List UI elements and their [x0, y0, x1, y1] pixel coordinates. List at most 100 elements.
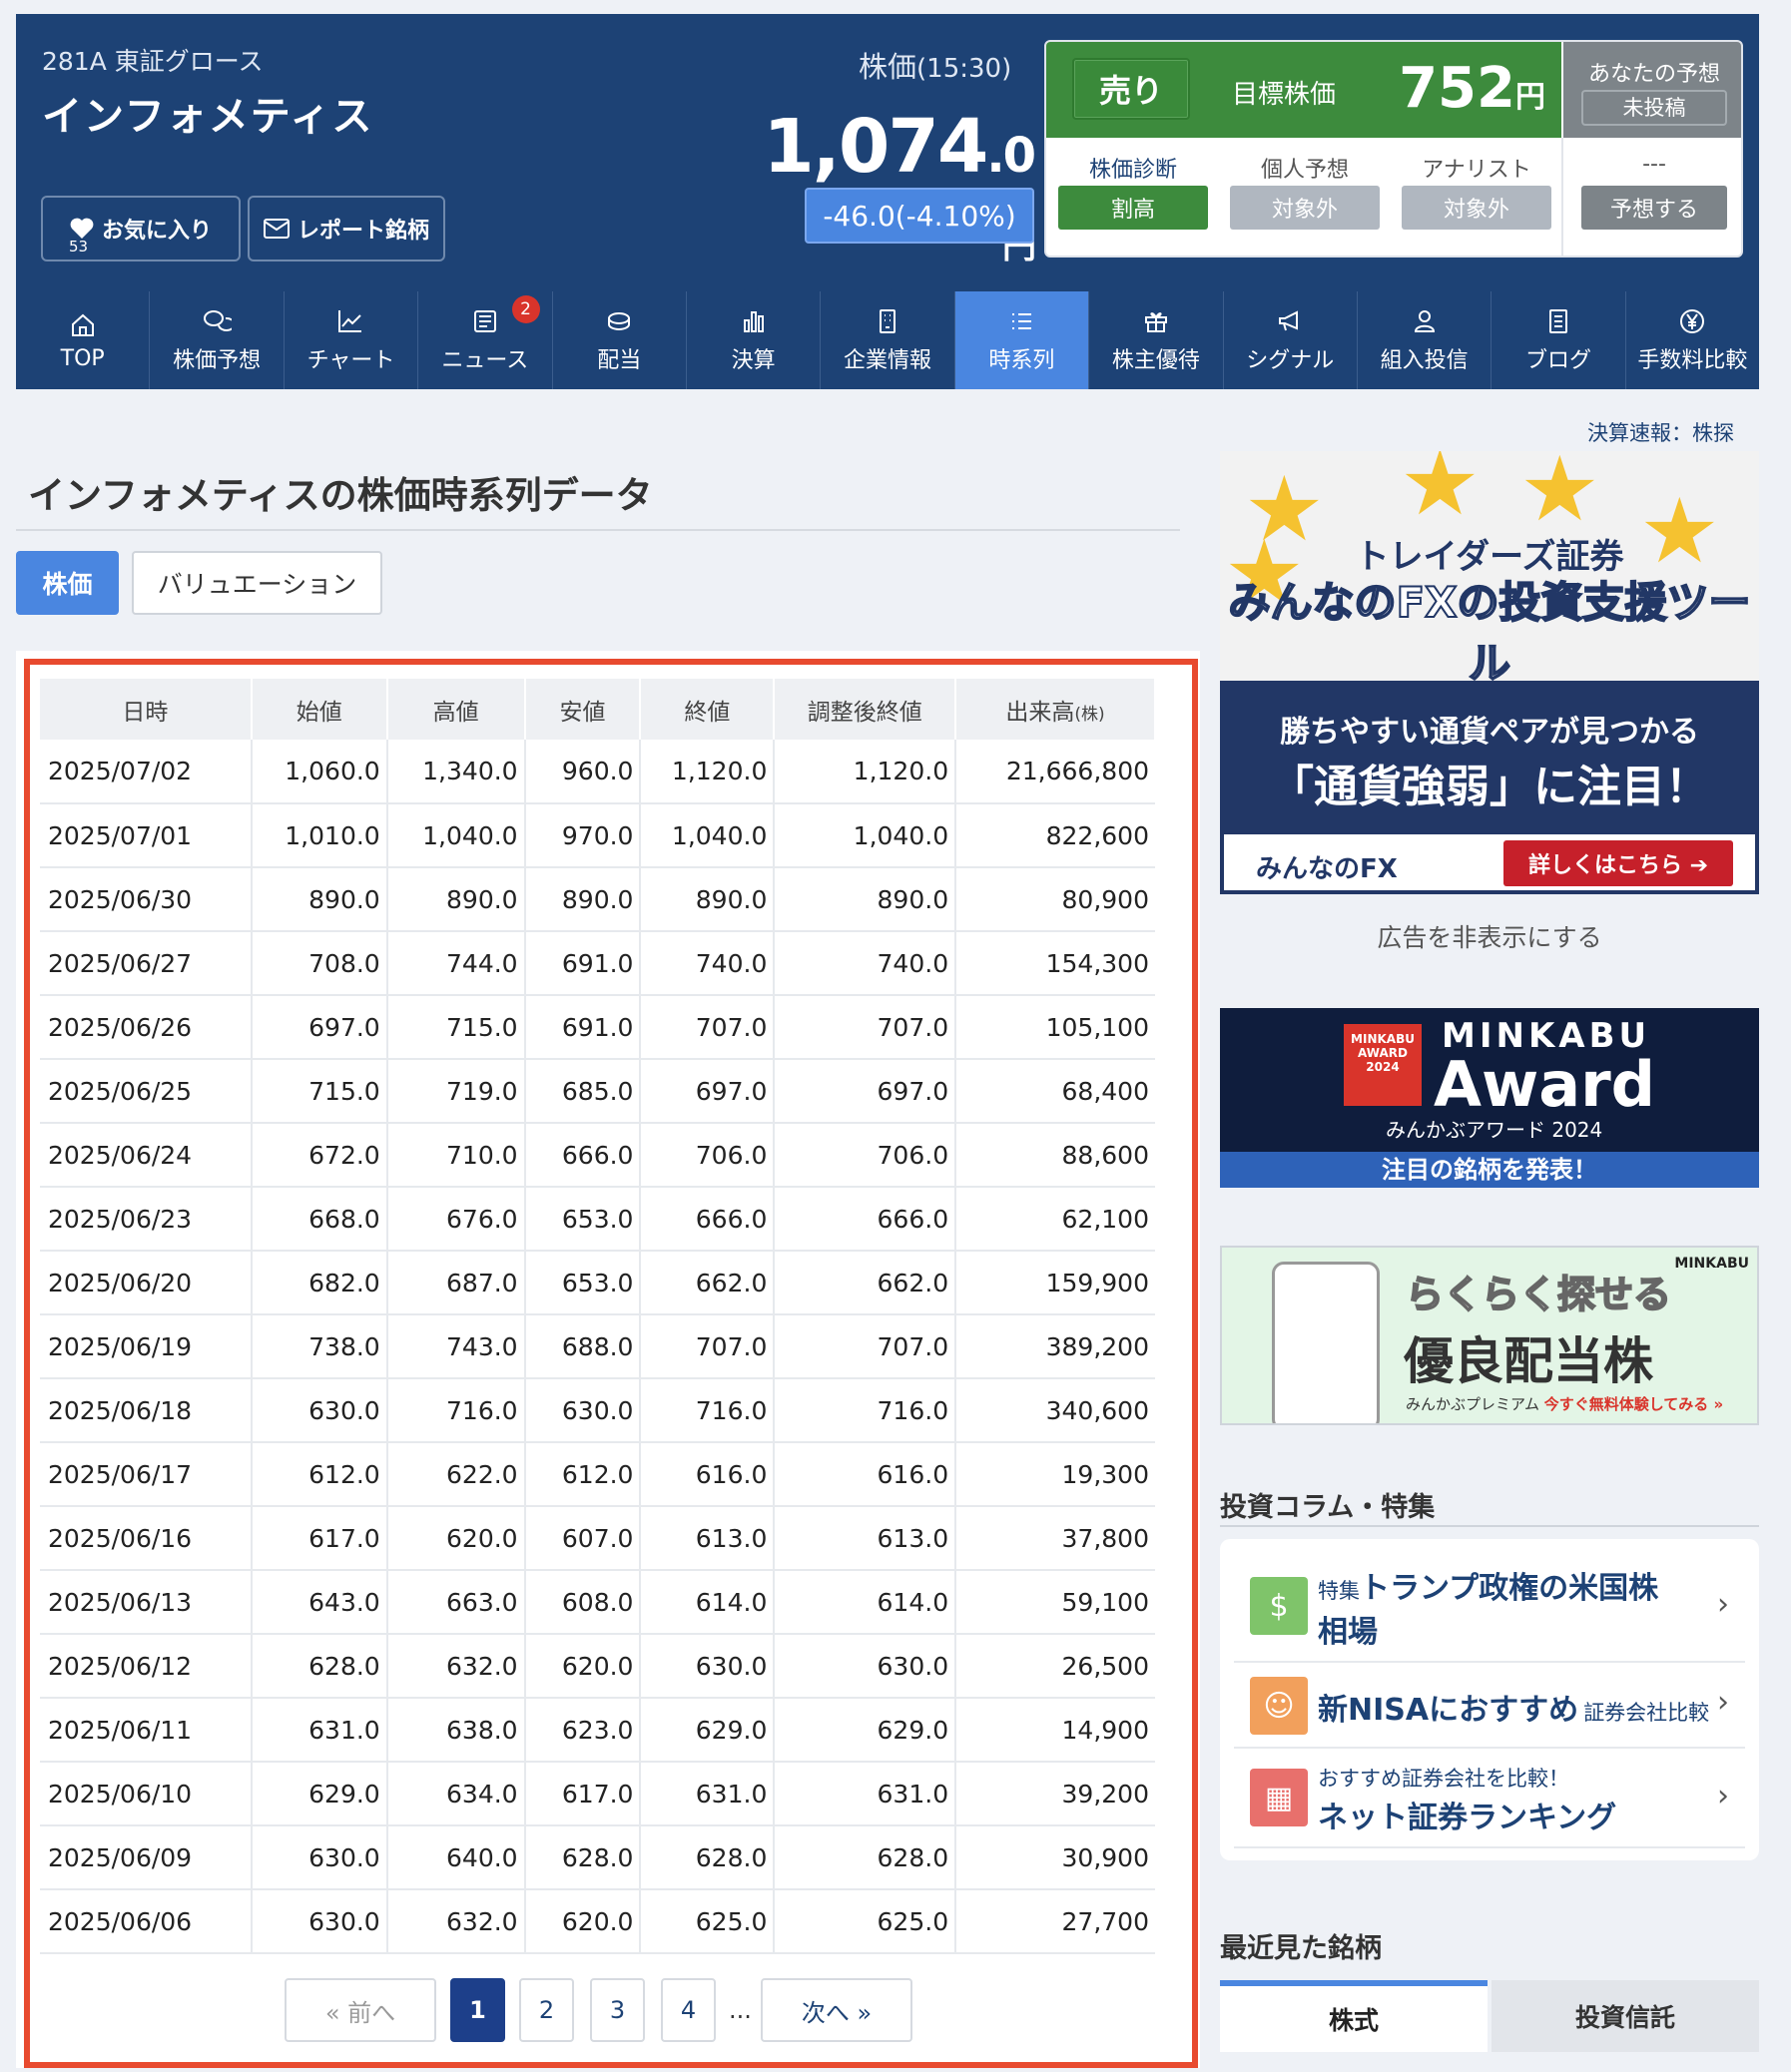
table-cell: 630.0 — [524, 1378, 642, 1443]
table-cell: 2025/06/09 — [40, 1825, 253, 1890]
table-cell: 2025/07/01 — [40, 803, 253, 868]
table-cell: 960.0 — [524, 740, 642, 804]
table-cell: 1,060.0 — [251, 740, 388, 804]
pager-page-1[interactable]: 1 — [450, 1978, 505, 2042]
column-item-nisa[interactable]: ☺ 新NISAにおすすめ 証券会社比較 › — [1234, 1663, 1745, 1749]
column-header-high[interactable]: 高値 — [386, 679, 526, 740]
column-item-ranking[interactable]: ▦ おすすめ証券会社を比較！ ネット証券ランキング › — [1234, 1749, 1745, 1848]
report-button[interactable]: レポート銘柄 — [248, 196, 445, 261]
tab-recent-funds[interactable]: 投資信託 — [1492, 1980, 1759, 2052]
nav-signal[interactable]: シグナル — [1224, 291, 1358, 389]
award-banner[interactable]: MINKABU AWARD 2024 MINKABU Award みんかぶアワー… — [1220, 1008, 1759, 1188]
table-cell: 2025/06/17 — [40, 1442, 253, 1507]
predict-button[interactable]: 予想する — [1581, 186, 1727, 230]
table-cell: 26,500 — [955, 1634, 1155, 1699]
chart-icon — [338, 310, 362, 332]
table-cell: 630.0 — [251, 1378, 388, 1443]
favorite-label: お気に入り — [101, 219, 212, 244]
pager-page-4[interactable]: 4 — [661, 1978, 716, 2042]
price-change-badge: -46.0(-4.10%) — [805, 188, 1034, 244]
earnings-flash-link[interactable]: 決算速報：株探 — [1587, 417, 1734, 447]
nav-timeseries[interactable]: 時系列 — [954, 291, 1090, 389]
column-header-adj-close[interactable]: 調整後終値 — [774, 679, 957, 740]
table-cell: 662.0 — [640, 1251, 776, 1315]
home-icon — [71, 313, 94, 336]
nav-news[interactable]: ニュース 2 — [418, 291, 553, 389]
column-header-volume[interactable]: 出来高(株) — [955, 679, 1156, 740]
table-cell: 697.0 — [251, 995, 388, 1060]
nav-top[interactable]: TOP — [16, 291, 151, 389]
pager-prev-button[interactable]: « 前へ — [285, 1978, 436, 2042]
favorite-button[interactable]: お気に入り 53 — [41, 196, 241, 261]
column-item-trump[interactable]: $ 特集トランプ政権の米国株相場 › — [1234, 1551, 1745, 1663]
column-header-open[interactable]: 始値 — [251, 679, 388, 740]
table-cell: 738.0 — [251, 1314, 388, 1379]
table-cell: 653.0 — [524, 1251, 642, 1315]
award-caption: 注目の銘柄を発表！ — [1220, 1152, 1759, 1188]
column-item-text: 新NISAにおすすめ 証券会社比較 — [1318, 1693, 1710, 1728]
hide-ad-link[interactable]: 広告を非表示にする — [1220, 918, 1759, 954]
table-cell: 663.0 — [386, 1570, 526, 1635]
gift-icon — [1144, 312, 1167, 332]
table-cell: 630.0 — [774, 1634, 957, 1699]
table-cell: 632.0 — [386, 1889, 526, 1954]
fx-ad-banner[interactable]: ★ ★ ★ ★ ★ トレイダーズ証券 みんなのFXの投資支援ツール 勝ちやすい通… — [1220, 451, 1759, 894]
table-cell: 2025/06/10 — [40, 1762, 253, 1826]
analyst-button[interactable]: 対象外 — [1402, 186, 1551, 230]
news-icon — [473, 310, 496, 332]
sell-signal-badge[interactable]: 売り — [1072, 58, 1190, 120]
nav-company[interactable]: 企業情報 — [821, 291, 955, 389]
table-cell: 890.0 — [386, 867, 526, 932]
table-cell: 59,100 — [955, 1570, 1155, 1635]
pager-page-2[interactable]: 2 — [519, 1978, 574, 2042]
diagnosis-button[interactable]: 割高 — [1058, 186, 1208, 230]
premium-title: らくらく探せる — [1405, 1272, 1672, 1317]
recent-tabs: 株式 投資信託 — [1220, 1980, 1759, 2052]
premium-banner[interactable]: MINKABU らくらく探せる 優良配当株 みんかぶプレミアム 今すぐ無料体験し… — [1220, 1246, 1759, 1425]
table-cell: 1,010.0 — [251, 803, 388, 868]
table-row: 2025/06/26 697.0 715.0 691.0 707.0 707.0 105,1… — [40, 995, 1155, 1060]
price-history-table: 日時 始値 高値 安値 終値 調整後終値 出来高(株) 2025/07/02 1,… — [40, 679, 1156, 1954]
table-cell: 1,340.0 — [386, 740, 526, 804]
table-row: 2025/06/10 629.0 634.0 617.0 631.0 631.0 39,20… — [40, 1762, 1155, 1826]
nav-funds[interactable]: 組入投信 — [1358, 291, 1492, 389]
table-row: 2025/06/19 738.0 743.0 688.0 707.0 707.0 389,2… — [40, 1314, 1155, 1379]
nav-blog[interactable]: ブログ — [1492, 291, 1626, 389]
table-cell: 27,700 — [955, 1889, 1155, 1954]
your-prediction-value: --- — [1642, 152, 1666, 177]
tab-valuation[interactable]: バリュエーション — [132, 551, 382, 615]
tab-recent-stocks[interactable]: 株式 — [1220, 1980, 1488, 2052]
table-row: 2025/06/12 628.0 632.0 620.0 630.0 630.0 26,50… — [40, 1634, 1155, 1699]
tab-stock-price[interactable]: 株価 — [16, 551, 119, 615]
building-icon — [880, 309, 896, 333]
table-cell: 2025/06/20 — [40, 1251, 253, 1315]
pager-next-button[interactable]: 次へ » — [761, 1978, 912, 2042]
chat-icon — [204, 310, 233, 331]
price-label: 株価(15:30) — [859, 50, 1012, 84]
nav-chart[interactable]: チャート — [285, 291, 419, 389]
table-cell: 2025/06/11 — [40, 1698, 253, 1763]
table-cell: 607.0 — [524, 1506, 642, 1571]
personal-forecast-button[interactable]: 対象外 — [1230, 186, 1380, 230]
table-row: 2025/06/30 890.0 890.0 890.0 890.0 890.0 80,90… — [40, 867, 1155, 932]
column-header-low[interactable]: 安値 — [524, 679, 642, 740]
nav-forecast[interactable]: 株価予想 — [150, 291, 285, 389]
table-cell: 707.0 — [640, 995, 776, 1060]
table-cell: 2025/06/30 — [40, 867, 253, 932]
nav-dividend[interactable]: 配当 — [553, 291, 687, 389]
premium-brand: MINKABU — [1674, 1256, 1749, 1272]
table-cell: 614.0 — [640, 1570, 776, 1635]
table-cell: 616.0 — [640, 1442, 776, 1507]
coin-icon — [608, 312, 631, 330]
column-header-date[interactable]: 日時 — [40, 679, 253, 740]
nav-benefits[interactable]: 株主優待 — [1089, 291, 1224, 389]
column-header-close[interactable]: 終値 — [640, 679, 776, 740]
nav-fee-compare[interactable]: 手数料比較 — [1626, 291, 1759, 389]
pager-page-3[interactable]: 3 — [590, 1978, 645, 2042]
table-cell: 743.0 — [386, 1314, 526, 1379]
table-cell: 740.0 — [640, 931, 776, 996]
table-cell: 159,900 — [955, 1251, 1155, 1315]
nav-earnings[interactable]: 決算 — [687, 291, 822, 389]
ad-cta-button[interactable]: 詳しくはこちら ➔ — [1503, 840, 1733, 886]
divider — [16, 529, 1180, 531]
